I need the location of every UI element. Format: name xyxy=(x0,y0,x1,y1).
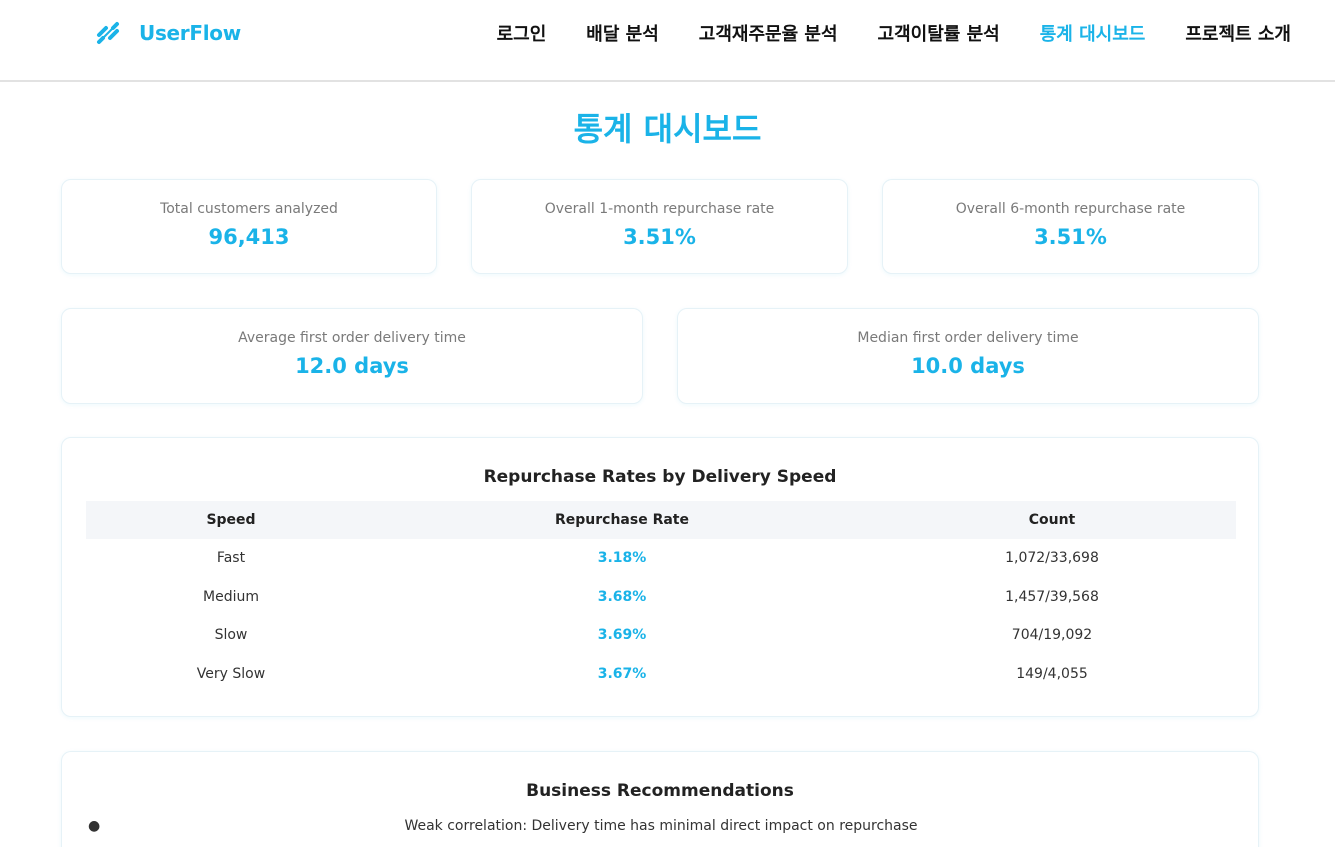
speed-cell: Fast xyxy=(216,550,246,567)
speed-cell: Medium xyxy=(203,588,259,605)
stat-card-median-delivery-time: Median first order delivery time 10.0 da… xyxy=(677,308,1259,404)
stat-value: 3.51% xyxy=(623,225,696,249)
bullet-icon: ● xyxy=(88,818,101,834)
stat-value: 12.0 days xyxy=(295,354,409,378)
recommendation-text: Weak correlation: Delivery time has mini… xyxy=(404,818,918,834)
list-item: ● Weak correlation: Delivery time has mi… xyxy=(62,818,1260,834)
rate-cell: 3.67% xyxy=(597,666,647,683)
nav-link-login[interactable]: 로그인 xyxy=(497,20,547,46)
stat-value: 96,413 xyxy=(208,225,290,249)
brand-name: UserFlow xyxy=(139,21,241,45)
nav-link-project-intro[interactable]: 프로젝트 소개 xyxy=(1185,20,1291,46)
count-cell: 704/19,092 xyxy=(1011,627,1093,644)
stat-value: 10.0 days xyxy=(911,354,1025,378)
business-recommendations-card: Business Recommendations ● Weak correlat… xyxy=(61,751,1259,847)
stat-label: Total customers analyzed xyxy=(160,201,338,217)
speed-cell: Slow xyxy=(214,627,248,644)
stat-card-6-month-repurchase: Overall 6-month repurchase rate 3.51% xyxy=(882,179,1259,274)
stat-value: 3.51% xyxy=(1034,225,1107,249)
stat-card-1-month-repurchase: Overall 1-month repurchase rate 3.51% xyxy=(471,179,848,274)
stat-card-average-delivery-time: Average first order delivery time 12.0 d… xyxy=(61,308,643,404)
recommendations-title: Business Recommendations xyxy=(526,781,794,801)
count-cell: 149/4,055 xyxy=(1016,666,1088,683)
page-title: 통계 대시보드 xyxy=(573,110,762,148)
table-row: Fast 3.18% 1,072/33,698 xyxy=(86,539,1236,578)
link-icon xyxy=(93,18,123,48)
table-row: Very Slow 3.67% 149/4,055 xyxy=(86,655,1236,694)
nav-menu: 로그인 배달 분석 고객재주문율 분석 고객이탈률 분석 통계 대시보드 프로젝… xyxy=(497,20,1291,46)
recommendations-list: ● Weak correlation: Delivery time has mi… xyxy=(62,818,1260,834)
stat-label: Average first order delivery time xyxy=(238,330,466,346)
rate-cell: 3.18% xyxy=(597,550,647,567)
nav-link-stats-dashboard[interactable]: 통계 대시보드 xyxy=(1040,20,1146,46)
table-header-row: Speed Repurchase Rate Count xyxy=(86,501,1236,539)
nav-link-delivery-analysis[interactable]: 배달 분석 xyxy=(586,20,659,46)
column-header-count: Count xyxy=(1028,512,1076,528)
column-header-repurchase-rate: Repurchase Rate xyxy=(555,512,689,528)
nav-link-churn-analysis[interactable]: 고객이탈률 분석 xyxy=(878,20,1000,46)
stat-label: Overall 1-month repurchase rate xyxy=(544,201,775,217)
navbar: UserFlow 로그인 배달 분석 고객재주문율 분석 고객이탈률 분석 통계… xyxy=(0,0,1335,82)
stat-label: Median first order delivery time xyxy=(857,330,1079,346)
count-cell: 1,457/39,568 xyxy=(1005,588,1099,605)
rate-cell: 3.69% xyxy=(597,627,647,644)
nav-link-reorder-analysis[interactable]: 고객재주문율 분석 xyxy=(699,20,838,46)
table-row: Medium 3.68% 1,457/39,568 xyxy=(86,578,1236,617)
repurchase-rate-table: Speed Repurchase Rate Count Fast 3.18% 1… xyxy=(86,501,1236,693)
table-row: Slow 3.69% 704/19,092 xyxy=(86,616,1236,655)
table-title: Repurchase Rates by Delivery Speed xyxy=(483,467,837,487)
column-header-speed: Speed xyxy=(206,512,256,528)
count-cell: 1,072/33,698 xyxy=(1005,550,1099,567)
repurchase-rate-table-card: Repurchase Rates by Delivery Speed Speed… xyxy=(61,437,1259,717)
stat-card-total-customers: Total customers analyzed 96,413 xyxy=(61,179,437,274)
speed-cell: Very Slow xyxy=(196,666,266,683)
brand-logo[interactable]: UserFlow xyxy=(93,18,241,48)
rate-cell: 3.68% xyxy=(597,588,647,605)
stat-label: Overall 6-month repurchase rate xyxy=(955,201,1186,217)
